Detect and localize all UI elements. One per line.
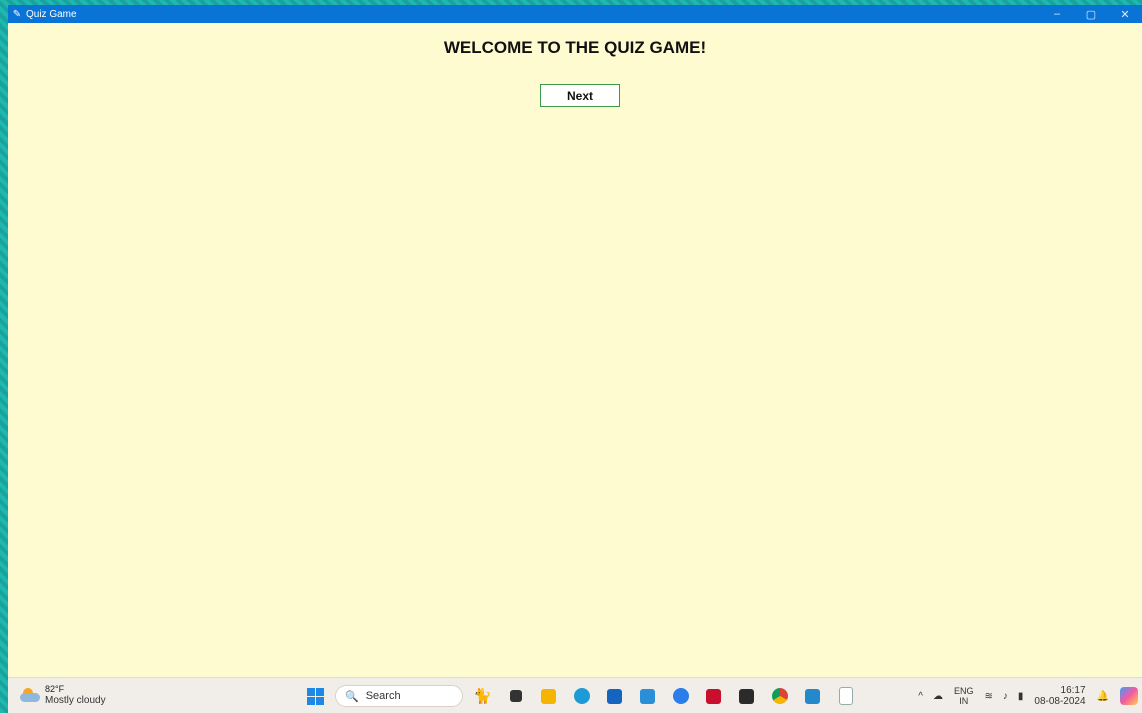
weather-widget[interactable]: 82°F Mostly cloudy: [20, 684, 106, 706]
mcafee-icon[interactable]: [700, 683, 727, 709]
system-tray: ^ ☁ ENG IN ≋ ♪ ▮ 16:17 08-08-2024 🔔: [913, 683, 1142, 709]
lang-top: ENG: [953, 686, 974, 696]
cat-widget-icon[interactable]: 🐈: [469, 683, 496, 709]
store-icon[interactable]: [601, 683, 628, 709]
weather-temperature: 82°F: [45, 684, 65, 694]
clock[interactable]: 16:17 08-08-2024: [1034, 685, 1085, 707]
start-button[interactable]: [302, 683, 329, 709]
search-label: Search: [365, 690, 401, 702]
battery-icon[interactable]: ▮: [1018, 691, 1024, 702]
vscode-icon[interactable]: [799, 683, 826, 709]
feather-icon: ✎: [12, 8, 22, 20]
taskbar-apps: 🔍 Search 🐈: [302, 683, 859, 709]
quiz-window: ✎ Quiz Game – ▢ ✕ WELCOME TO THE QUIZ GA…: [8, 5, 1142, 677]
restore-button[interactable]: ▢: [1074, 5, 1108, 23]
title-bar[interactable]: ✎ Quiz Game – ▢ ✕: [8, 5, 1142, 23]
clock-date: 08-08-2024: [1034, 696, 1086, 707]
copilot-app-icon[interactable]: [667, 683, 694, 709]
terminal-icon[interactable]: [733, 683, 760, 709]
mail-app-icon[interactable]: [634, 683, 661, 709]
task-view-icon[interactable]: [502, 683, 529, 709]
partly-cloudy-icon: [20, 688, 40, 702]
welcome-heading: WELCOME TO THE QUIZ GAME!: [443, 38, 707, 57]
lang-bottom: IN: [959, 696, 969, 706]
taskbar-search[interactable]: 🔍 Search: [335, 685, 463, 707]
search-icon: 🔍: [345, 690, 359, 703]
notepad-icon[interactable]: [832, 683, 859, 709]
minimize-button[interactable]: –: [1040, 5, 1074, 23]
clock-time: 16:17: [1060, 685, 1086, 696]
chevron-up-icon[interactable]: ^: [918, 691, 923, 702]
taskbar: 82°F Mostly cloudy 🔍 Search 🐈 ^ ☁ ENG IN: [8, 677, 1142, 713]
onedrive-icon[interactable]: ☁: [933, 691, 943, 702]
language-indicator[interactable]: ENG IN: [954, 686, 974, 706]
bell-icon[interactable]: 🔔: [1097, 691, 1109, 702]
volume-icon[interactable]: ♪: [1003, 691, 1008, 702]
windows-icon: [307, 687, 324, 705]
wifi-icon[interactable]: ≋: [984, 691, 992, 702]
edge-icon[interactable]: [568, 683, 595, 709]
window-title: Quiz Game: [26, 8, 77, 20]
copilot-icon[interactable]: [1120, 687, 1138, 705]
file-explorer-icon[interactable]: [535, 683, 562, 709]
window-controls: – ▢ ✕: [1040, 5, 1142, 23]
close-button[interactable]: ✕: [1108, 5, 1142, 23]
next-button[interactable]: Next: [540, 84, 620, 107]
chrome-icon[interactable]: [766, 683, 793, 709]
weather-condition: Mostly cloudy: [45, 695, 106, 706]
